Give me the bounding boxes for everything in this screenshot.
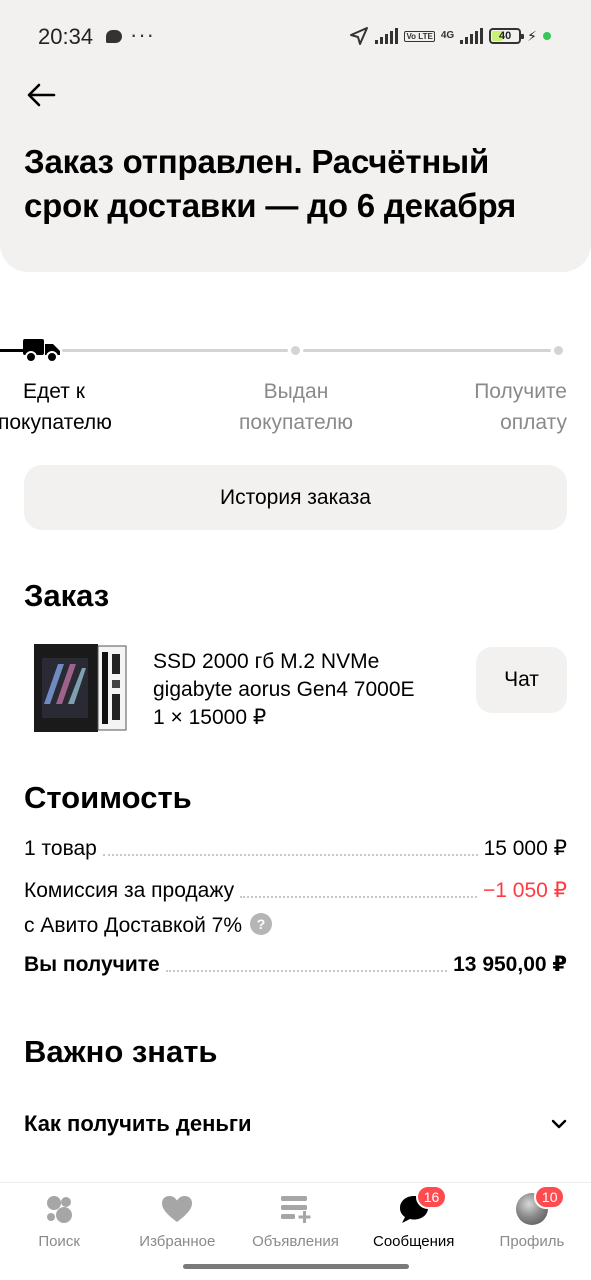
step-label-1-text: Едет к покупателю — [0, 380, 112, 434]
message-notification-icon — [106, 30, 122, 43]
nav-listings[interactable]: Объявления — [236, 1183, 354, 1258]
commission-value: −1 050 ₽ — [482, 879, 567, 902]
nav-messages[interactable]: 16 Сообщения — [355, 1183, 473, 1258]
order-section-title: Заказ — [24, 578, 110, 613]
nav-label: Избранное — [139, 1233, 216, 1250]
nav-favorites[interactable]: Избранное — [118, 1183, 236, 1258]
step-dot-2 — [291, 346, 300, 355]
heart-icon — [159, 1191, 195, 1227]
home-indicator[interactable] — [183, 1264, 409, 1269]
privacy-dot — [543, 32, 551, 40]
nav-label: Поиск — [38, 1233, 80, 1250]
more-notifications-icon: ··· — [130, 22, 155, 47]
nav-profile[interactable]: 10 Профиль — [473, 1183, 591, 1258]
help-icon[interactable]: ? — [250, 913, 272, 936]
bottom-navigation: Поиск Избранное Объявления 16 Сообщения … — [0, 1182, 591, 1258]
dotted-leader — [102, 854, 478, 856]
search-icon — [41, 1191, 77, 1227]
battery-icon: 40 — [489, 28, 525, 44]
header-card: Заказ отправлен. Расчётный срок доставки… — [0, 64, 591, 272]
commission-label-line2: с Авито Доставкой 7% — [24, 914, 242, 937]
charging-icon: ⚡ — [527, 27, 537, 44]
status-time: 20:34 — [38, 24, 94, 49]
back-button[interactable] — [24, 80, 58, 110]
order-item-info[interactable]: SSD 2000 гб M.2 NVMe gigabyte aorus Gen4… — [153, 648, 453, 732]
profile-badge: 10 — [533, 1185, 566, 1209]
battery-level: 40 — [499, 30, 512, 42]
cell-signal-icon — [460, 28, 484, 44]
chevron-down-icon — [551, 1119, 567, 1129]
faq-how-to-get-money[interactable]: Как получить деньги — [24, 1104, 567, 1144]
cost-section-title: Стоимость — [24, 780, 192, 815]
cost-row-items: 1 товар 15 000 ₽ — [24, 836, 567, 861]
page-title: Заказ отправлен. Расчётный срок доставки… — [24, 143, 517, 224]
nav-label: Объявления — [252, 1233, 339, 1250]
order-item-title: SSD 2000 гб M.2 NVMe gigabyte aorus Gen4… — [153, 650, 415, 701]
location-arrow-icon — [350, 27, 369, 45]
product-image[interactable] — [28, 640, 130, 736]
faq-label: Как получить деньги — [24, 1111, 252, 1136]
status-icons: Vo LTE 4G 40 ⚡ — [349, 26, 551, 46]
cost-row-items-value: 15 000 ₽ — [483, 837, 567, 860]
total-label: Вы получите — [24, 953, 160, 976]
progress-track — [303, 349, 551, 352]
commission-label-line1: Комиссия за продажу — [24, 879, 235, 902]
dotted-leader — [165, 970, 448, 972]
step-label-2: Выдан покупателю — [239, 380, 353, 434]
order-history-button[interactable]: История заказа — [24, 465, 567, 530]
chat-bubble-icon: 16 — [396, 1185, 448, 1227]
commission-label-line2-wrap: с Авито Доставкой 7%? — [24, 910, 272, 941]
volte-icon: Vo LTE — [404, 30, 435, 42]
status-bar: 20:34 ··· Vo LTE 4G 40 ⚡ — [0, 0, 591, 64]
truck-icon — [23, 339, 60, 363]
network-type: 4G — [440, 30, 455, 41]
messages-badge: 16 — [415, 1185, 448, 1209]
nav-label: Сообщения — [373, 1233, 455, 1250]
total-value: 13 950,00 ₽ — [453, 953, 567, 976]
nav-label: Профиль — [499, 1233, 565, 1250]
progress-track — [62, 349, 288, 352]
delivery-progress: Едет к покупателю Выдан покупателю Получ… — [0, 330, 591, 440]
cost-row-total: Вы получите 13 950,00 ₽ — [24, 952, 567, 977]
step-label-3: Получите оплату — [474, 380, 567, 434]
order-item-qty-price: 1 × 15000 ₽ — [153, 706, 267, 729]
progress-track-done — [0, 349, 24, 352]
step-dot-3 — [554, 346, 563, 355]
cost-row-items-label: 1 товар — [24, 837, 97, 860]
step-label-1: Едет к покупателю — [0, 376, 114, 438]
arrow-left-icon — [27, 83, 56, 107]
wifi-signal-icon — [375, 28, 399, 44]
listings-icon — [278, 1191, 314, 1227]
nav-search[interactable]: Поиск — [0, 1183, 118, 1258]
important-section-title: Важно знать — [24, 1034, 218, 1069]
chat-button[interactable]: Чат — [476, 647, 567, 713]
dotted-leader — [240, 896, 477, 898]
cost-row-commission: Комиссия за продажу −1 050 ₽ — [24, 878, 567, 903]
avatar-wrap: 10 — [514, 1185, 566, 1227]
